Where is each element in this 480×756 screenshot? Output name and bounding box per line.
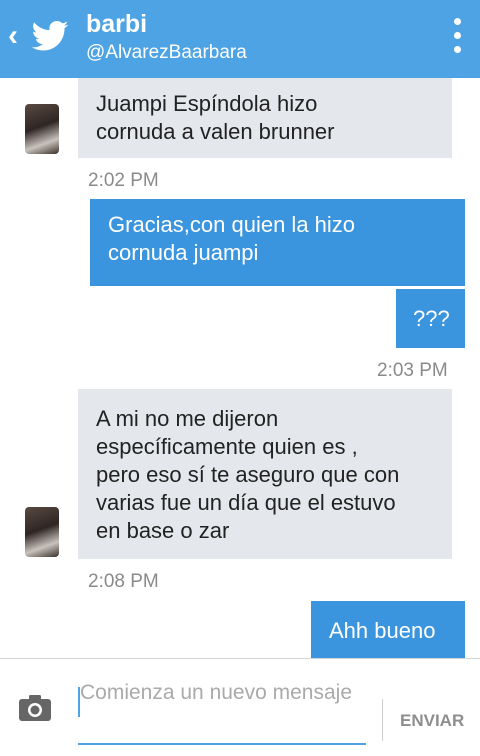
message-text: Ahh bueno (329, 618, 436, 643)
conversation-handle: @AlvarezBaarbara (86, 42, 247, 63)
message-bubble-outgoing[interactable]: Ahh bueno (311, 601, 465, 658)
message-timestamp: 2:08 PM (88, 571, 159, 592)
message-text: Juampi Espíndola hizo cornuda a valen br… (96, 91, 335, 144)
message-bubble-incoming[interactable]: A mi no me dijeron específicamente quien… (78, 389, 452, 559)
camera-icon[interactable] (18, 693, 52, 723)
overflow-menu-icon[interactable] (452, 18, 462, 58)
chevron-left-icon[interactable]: ‹ (8, 18, 18, 54)
message-bubble-outgoing[interactable]: ??? (396, 289, 465, 348)
message-text: A mi no me dijeron específicamente quien… (96, 406, 400, 543)
avatar[interactable] (25, 104, 59, 154)
conversation-thread[interactable]: Juampi Espíndola hizo cornuda a valen br… (0, 78, 480, 658)
message-bubble-incoming[interactable]: Juampi Espíndola hizo cornuda a valen br… (78, 78, 452, 158)
avatar[interactable] (25, 507, 59, 557)
message-bubble-outgoing[interactable]: Gracias,con quien la hizo cornuda juampi (90, 199, 465, 286)
divider (382, 699, 383, 741)
send-button[interactable]: ENVIAR (400, 711, 464, 731)
twitter-bird-icon (31, 21, 69, 51)
message-timestamp: 2:02 PM (88, 170, 159, 191)
message-text: ??? (413, 306, 450, 331)
message-input-placeholder: Comienza un nuevo mensaje (80, 681, 352, 704)
message-text: Gracias,con quien la hizo cornuda juampi (108, 212, 356, 265)
message-composer: Comienza un nuevo mensaje ENVIAR (0, 658, 480, 756)
message-timestamp: 2:03 PM (377, 360, 448, 381)
message-input[interactable]: Comienza un nuevo mensaje (78, 679, 366, 745)
conversation-name: barbi (86, 10, 148, 38)
app-header: ‹ barbi @AlvarezBaarbara (0, 0, 480, 78)
